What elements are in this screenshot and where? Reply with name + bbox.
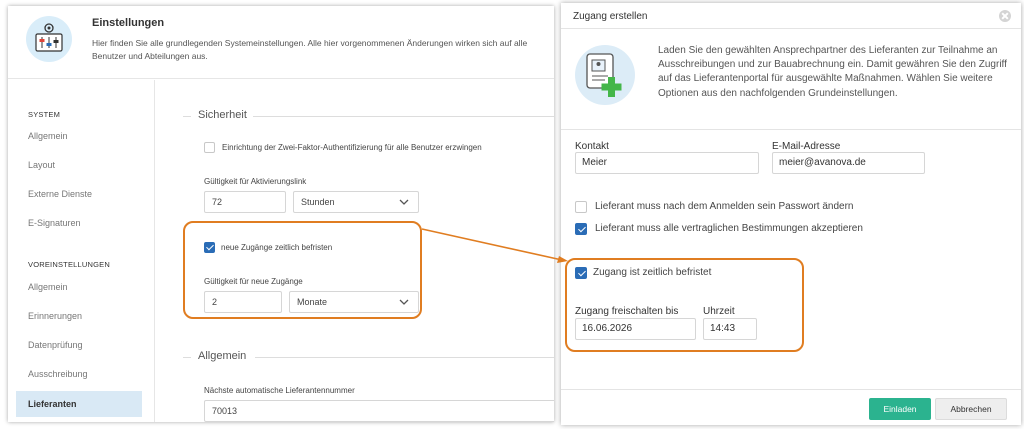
activation-validity-input[interactable]: 72 (204, 191, 286, 213)
sidebar-item-externe-dienste[interactable]: Externe Dienste (16, 181, 142, 207)
settings-window: Einstellungen Hier finden Sie alle grund… (8, 6, 554, 422)
legend-divider (253, 116, 554, 117)
two-factor-checkbox[interactable] (204, 142, 215, 153)
cancel-button[interactable]: Abbrechen (935, 398, 1007, 420)
two-factor-label: Einrichtung der Zwei-Faktor-Authentifizi… (222, 143, 482, 152)
sidebar-item-e-signaturen[interactable]: E-Signaturen (16, 210, 142, 236)
highlight-box-settings (183, 221, 422, 319)
next-supplier-number-input[interactable]: 70013 (204, 400, 554, 422)
activation-validity-label: Gültigkeit für Aktivierungslink (204, 177, 307, 186)
settings-header: Einstellungen Hier finden Sie alle grund… (8, 6, 554, 79)
invite-button[interactable]: Einladen (869, 398, 931, 420)
section-title-allgemein: Allgemein (193, 350, 252, 362)
legend-divider (183, 116, 191, 117)
legend-divider (183, 357, 191, 358)
sidebar-item-datenpruefung[interactable]: Datenprüfung (16, 332, 142, 358)
sidebar-heading-system: SYSTEM (28, 110, 61, 119)
sidebar-item-allgemein-defaults[interactable]: Allgemein (16, 274, 142, 300)
close-icon[interactable] (999, 10, 1011, 22)
create-access-dialog: Zugang erstellen Laden Sie den gewählten… (561, 3, 1021, 425)
chevron-down-icon (399, 199, 409, 205)
email-field[interactable]: meier@avanova.de (772, 152, 925, 174)
general-legend: Allgemein (183, 350, 554, 364)
sidebar-item-erinnerungen[interactable]: Erinnerungen (16, 303, 142, 329)
section-title-sicherheit: Sicherheit (193, 109, 252, 121)
highlight-box-dialog (565, 258, 804, 352)
sidebar-item-allgemein[interactable]: Allgemein (16, 123, 142, 149)
change-password-checkbox[interactable] (575, 201, 587, 213)
sidebar-heading-voreinstellungen: VOREINSTELLUNGEN (28, 260, 110, 269)
activation-validity-unit-select[interactable]: Stunden (293, 191, 419, 213)
dialog-title: Zugang erstellen (573, 11, 648, 22)
dialog-footer: Einladen Abbrechen (561, 389, 1021, 425)
accept-terms-checkbox[interactable] (575, 223, 587, 235)
accept-terms-label: Lieferant muss alle vertraglichen Bestim… (595, 223, 863, 234)
dialog-title-bar: Zugang erstellen (561, 3, 1021, 29)
sidebar-item-lieferanten[interactable]: Lieferanten (16, 391, 142, 417)
activation-validity-unit-value: Stunden (301, 197, 335, 207)
contact-field[interactable]: Meier (575, 152, 759, 174)
page-description: Hier finden Sie alle grundlegenden Syste… (92, 38, 528, 61)
dialog-intro: Laden Sie den gewählten Ansprechpartner … (561, 30, 1021, 130)
next-supplier-number-label: Nächste automatische Lieferantennummer (204, 386, 355, 395)
dialog-intro-text: Laden Sie den gewählten Ansprechpartner … (658, 45, 1007, 99)
change-password-label: Lieferant muss nach dem Anmelden sein Pa… (595, 201, 854, 212)
sidebar-item-ausschreibung[interactable]: Ausschreibung (16, 361, 142, 387)
certificate-add-icon (575, 45, 635, 105)
email-label: E-Mail-Adresse (772, 141, 841, 152)
settings-panel-icon (26, 16, 72, 62)
legend-divider (255, 357, 554, 358)
security-legend: Sicherheit (183, 109, 554, 123)
sidebar-item-layout[interactable]: Layout (16, 152, 142, 178)
page-title: Einstellungen (92, 17, 165, 29)
settings-sidebar: SYSTEM Allgemein Layout Externe Dienste … (8, 80, 155, 422)
contact-label: Kontakt (575, 141, 609, 152)
